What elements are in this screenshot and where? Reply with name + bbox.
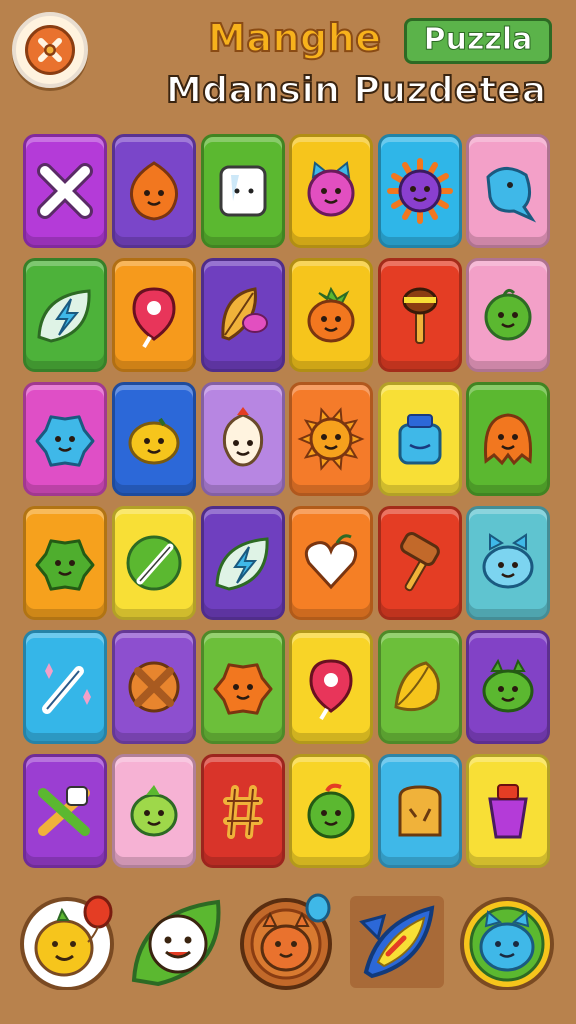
sun-face-icon [297, 407, 365, 471]
tile-r1-c5[interactable] [378, 134, 462, 248]
tile-r5-c3[interactable] [201, 630, 285, 744]
purple-cup-icon [488, 784, 528, 839]
blue-cat-coin-icon [460, 897, 554, 991]
paw-icon [25, 25, 75, 75]
map-pin-icon [309, 659, 353, 721]
map-pin-icon [132, 287, 176, 349]
heart-icon [304, 534, 358, 590]
blue-jar-icon [398, 414, 442, 465]
purple-sun-icon [387, 158, 453, 224]
powerup-button-3[interactable] [238, 892, 336, 990]
green-bird-icon [130, 785, 178, 837]
puzzle-board [23, 134, 555, 872]
pink-cat-icon [307, 161, 355, 217]
yellow-leaf-icon [394, 661, 440, 712]
tile-r6-c6[interactable] [466, 754, 550, 868]
tile-r4-c3[interactable] [201, 506, 285, 620]
tile-r3-c4[interactable] [289, 382, 373, 496]
lightning-leaf-icon [215, 537, 269, 591]
tile-r5-c1[interactable] [23, 630, 107, 744]
egg-face-icon [222, 407, 264, 467]
tile-r6-c3[interactable] [201, 754, 285, 868]
blue-splat-icon [35, 415, 95, 467]
tile-r3-c3[interactable] [201, 382, 285, 496]
tile-r6-c4[interactable] [289, 754, 373, 868]
tile-r2-c3[interactable] [201, 258, 285, 372]
tile-r6-c1[interactable] [23, 754, 107, 868]
powerup-button-2[interactable] [128, 892, 226, 990]
green-monster-icon [482, 658, 534, 713]
lemon-balloon-icon [20, 895, 114, 991]
tile-r5-c4[interactable] [289, 630, 373, 744]
leaf-ghost-icon [131, 899, 221, 987]
toast-icon [398, 785, 442, 837]
lightning-leaf-icon [37, 289, 91, 343]
torch-icon [402, 287, 438, 344]
tile-r2-c2[interactable] [112, 258, 196, 372]
tile-r4-c4[interactable] [289, 506, 373, 620]
tile-r3-c1[interactable] [23, 382, 107, 496]
blue-cat-icon [482, 533, 534, 589]
tile-r2-c4[interactable] [289, 258, 373, 372]
game-subtitle: Mdansin Puzdetea [165, 69, 547, 112]
green-pea-icon [484, 288, 532, 341]
tile-r6-c2[interactable] [112, 754, 196, 868]
blue-bird-icon [486, 167, 537, 223]
magic-wand-icon [42, 663, 91, 714]
tile-r6-c5[interactable] [378, 754, 462, 868]
tile-r2-c6[interactable] [466, 258, 550, 372]
tile-r4-c6[interactable] [466, 506, 550, 620]
powerup-button-4[interactable] [348, 892, 446, 990]
tile-r2-c1[interactable] [23, 258, 107, 372]
cross-bones-icon [37, 163, 93, 219]
green-apple-icon [307, 783, 355, 839]
powerup-button-5[interactable] [458, 892, 556, 991]
tile-r5-c5[interactable] [378, 630, 462, 744]
tile-r4-c5[interactable] [378, 506, 462, 620]
tile-r3-c2[interactable] [112, 382, 196, 496]
title-badge: Puzzla [404, 18, 552, 64]
tic-tac-icon [223, 785, 263, 839]
game-title: Manghe [207, 15, 382, 61]
rocket-fish-icon [350, 896, 444, 988]
orange-balloon-icon [240, 893, 332, 990]
tile-r2-c5[interactable] [378, 258, 462, 372]
tile-r4-c2[interactable] [112, 506, 196, 620]
leaf-fish-icon [221, 287, 268, 341]
top-bar: Manghe Puzzla Mdansin Puzdetea [0, 0, 576, 130]
lemon-face-icon [128, 417, 180, 465]
tile-r5-c2[interactable] [112, 630, 196, 744]
orange-splat-icon [213, 663, 273, 715]
powerup-bar [0, 880, 576, 1024]
orange-blob-icon [129, 161, 179, 221]
powerup-button-1[interactable] [18, 892, 116, 991]
tile-r3-c6[interactable] [466, 382, 550, 496]
pea-pod-icon [126, 535, 182, 591]
orange-fruit-icon [307, 286, 355, 343]
tile-r3-c5[interactable] [378, 382, 462, 496]
tile-r5-c6[interactable] [466, 630, 550, 744]
orange-cross-icon [128, 661, 180, 713]
tile-r1-c1[interactable] [23, 134, 107, 248]
crossed-sticks-icon [38, 786, 90, 836]
tile-r1-c6[interactable] [466, 134, 550, 248]
white-cube-icon [219, 165, 267, 217]
menu-button[interactable] [12, 12, 88, 88]
orange-monster-icon [483, 413, 533, 466]
tile-r1-c3[interactable] [201, 134, 285, 248]
hammer-icon [400, 532, 440, 592]
tile-r4-c1[interactable] [23, 506, 107, 620]
tile-r1-c4[interactable] [289, 134, 373, 248]
green-splat-icon [35, 539, 95, 591]
tile-r1-c2[interactable] [112, 134, 196, 248]
